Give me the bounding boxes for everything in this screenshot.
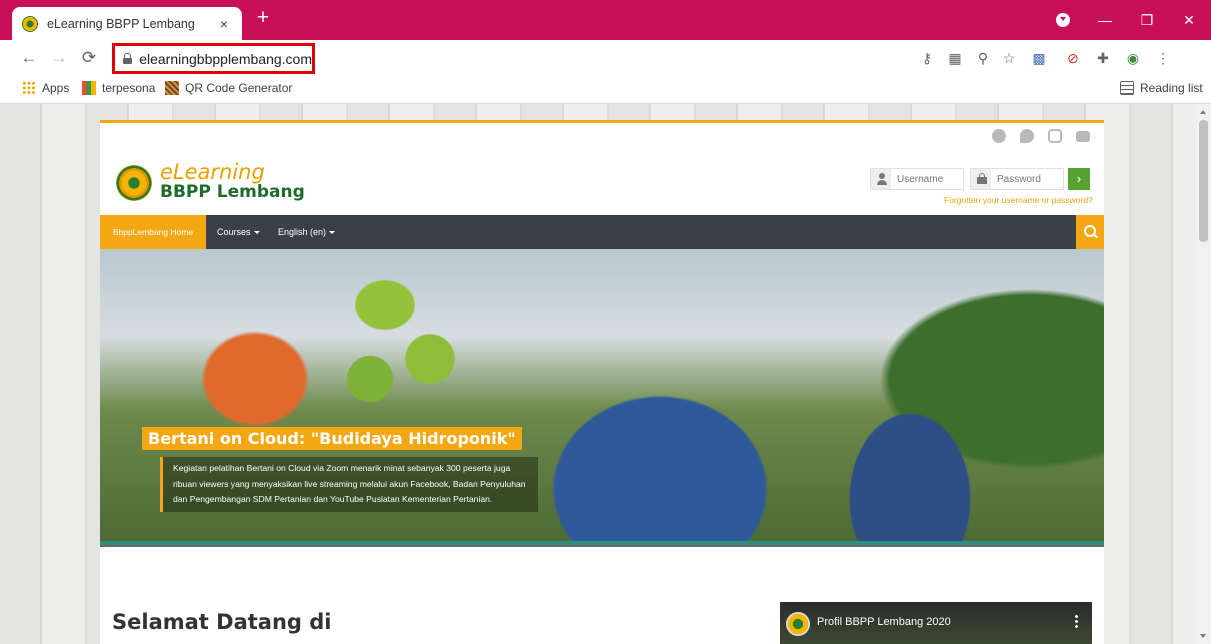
window-restore-button[interactable]: ❐ <box>1134 8 1160 32</box>
password-lock-icon <box>971 169 991 189</box>
window-close-button[interactable]: ✕ <box>1176 8 1202 32</box>
instagram-icon[interactable] <box>1048 129 1062 143</box>
nav-courses-label: Courses <box>217 227 251 237</box>
hero-slider-image[interactable]: Bertani on Cloud: "Budidaya Hidroponik" … <box>100 249 1104 541</box>
youtube-video-embed[interactable]: Profil BBPP Lembang 2020 <box>780 602 1092 644</box>
window-minimize-button[interactable]: — <box>1092 8 1118 32</box>
bookmark-qr-code-generator[interactable]: QR Code Generator <box>165 81 292 95</box>
profile-avatar-icon[interactable]: ◉ <box>1124 49 1142 67</box>
site-navbar: BbppLembang Home Courses English (en) <box>100 215 1104 249</box>
login-submit-button[interactable]: › <box>1068 168 1090 190</box>
nav-home-link[interactable]: BbppLembang Home <box>100 215 206 249</box>
user-icon <box>871 169 891 189</box>
channel-avatar[interactable] <box>786 612 810 636</box>
page-viewport: eLearning BBPP Lembang › Forgotten your … <box>0 104 1196 644</box>
youtube-icon[interactable] <box>1076 131 1090 142</box>
qr-code-favicon-icon <box>165 81 179 95</box>
logo-subtitle: BBPP Lembang <box>160 182 305 202</box>
hero-title[interactable]: Bertani on Cloud: "Budidaya Hidroponik" <box>142 427 522 450</box>
terpesona-favicon-icon <box>82 81 96 95</box>
username-field[interactable] <box>870 168 964 190</box>
search-icon[interactable] <box>1076 215 1104 249</box>
caret-down-icon <box>329 231 336 234</box>
reading-list-button[interactable]: Reading list <box>1120 81 1203 95</box>
bookmark-star-icon[interactable]: ☆ <box>1000 49 1018 67</box>
nav-language-label: English (en) <box>278 227 327 237</box>
social-links <box>992 129 1090 143</box>
video-title[interactable]: Profil BBPP Lembang 2020 <box>817 616 951 628</box>
lock-icon[interactable] <box>123 53 133 64</box>
site-logo[interactable]: eLearning BBPP Lembang <box>116 160 305 202</box>
facebook-icon[interactable] <box>992 129 1006 143</box>
password-key-icon[interactable]: ⚷ <box>918 49 936 67</box>
bookmark-label: Apps <box>42 81 70 95</box>
video-more-icon[interactable] <box>1075 614 1078 628</box>
reading-list-label: Reading list <box>1140 81 1203 95</box>
nav-courses-dropdown[interactable]: Courses <box>217 215 260 249</box>
bookmark-label: terpesona <box>102 81 156 95</box>
browser-tab-active[interactable]: eLearning BBPP Lembang × <box>12 7 242 40</box>
reading-list-icon <box>1120 81 1134 95</box>
scroll-up-arrow-icon[interactable] <box>1200 110 1206 114</box>
bookmarks-bar: Apps terpesona QR Code Generator Reading… <box>0 76 1211 104</box>
twitter-icon[interactable] <box>1020 129 1034 143</box>
adblock-extension-icon[interactable]: ⊘ <box>1064 49 1082 67</box>
password-input[interactable] <box>991 173 1063 185</box>
back-arrow-icon[interactable]: ← <box>18 47 40 69</box>
forward-arrow-icon[interactable]: → <box>48 47 70 69</box>
tab-title: eLearning BBPP Lembang <box>47 16 195 31</box>
bookmark-terpesona[interactable]: terpesona <box>82 81 155 95</box>
caret-down-icon <box>253 231 260 234</box>
forgot-password-link[interactable]: Forgotten your username or password? <box>944 195 1093 205</box>
logo-title: eLearning <box>160 160 265 184</box>
new-tab-button[interactable]: + <box>251 7 275 28</box>
bookmark-label: QR Code Generator <box>185 81 293 95</box>
zoom-icon[interactable]: ⚲ <box>974 49 992 67</box>
site-container: eLearning BBPP Lembang › Forgotten your … <box>100 120 1104 644</box>
scrollbar-thumb[interactable] <box>1199 120 1208 242</box>
chrome-menu-icon[interactable]: ⋮ <box>1154 49 1172 67</box>
tab-search-icon[interactable] <box>1056 13 1070 27</box>
apps-grid-icon <box>22 81 36 95</box>
extension-icon[interactable]: ▩ <box>1030 49 1048 67</box>
url-text[interactable]: elearningbbpplembang.com <box>139 51 312 67</box>
page-scrollbar[interactable] <box>1196 104 1211 644</box>
nav-language-dropdown[interactable]: English (en) <box>278 215 336 249</box>
translate-icon[interactable]: ▦ <box>946 49 964 67</box>
bookmark-apps[interactable]: Apps <box>22 81 69 95</box>
hero-description: Kegiatan pelatihan Bertani on Cloud via … <box>160 457 538 512</box>
logo-emblem-icon <box>116 164 152 201</box>
scroll-down-arrow-icon[interactable] <box>1200 634 1206 638</box>
tab-close-icon[interactable]: × <box>216 16 232 32</box>
reload-icon[interactable]: ⟳ <box>78 47 100 69</box>
welcome-heading: Selamat Datang di <box>112 610 332 634</box>
extensions-puzzle-icon[interactable]: ✚ <box>1094 49 1112 67</box>
site-favicon-icon <box>22 15 38 32</box>
browser-toolbar: ← → ⟳ elearningbbpplembang.com ⚷ ▦ ⚲ ☆ ▩… <box>0 40 1211 76</box>
browser-tab-strip: eLearning BBPP Lembang × + — ❐ ✕ <box>0 0 1211 40</box>
password-field[interactable] <box>970 168 1064 190</box>
address-bar[interactable]: elearningbbpplembang.com <box>112 43 315 74</box>
hero-slider-indicator <box>100 545 1104 547</box>
username-input[interactable] <box>891 173 963 185</box>
